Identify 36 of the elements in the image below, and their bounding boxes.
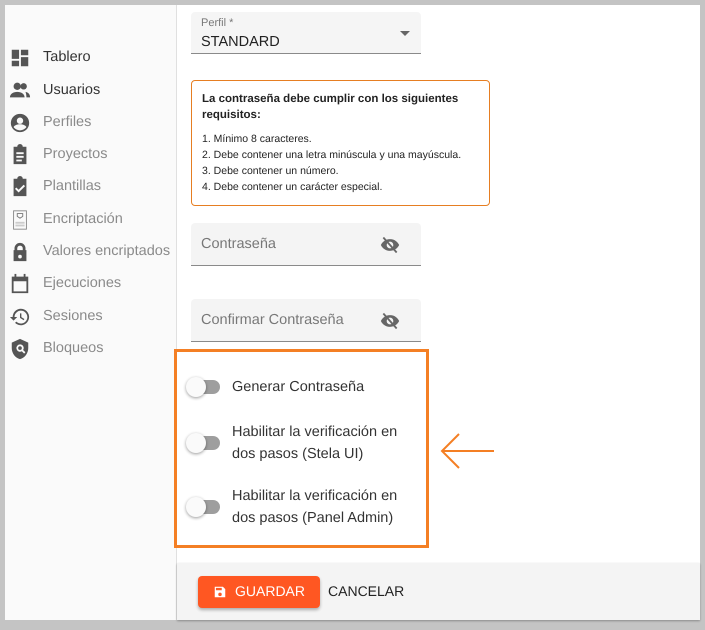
field-value: STANDARD — [201, 33, 280, 52]
toggle-switch[interactable] — [186, 433, 220, 453]
requirement-item: 1. Mínimo 8 caracteres. — [202, 132, 313, 147]
field-label: Perfil * — [201, 16, 234, 30]
toggle-label: Generar Contraseña — [232, 378, 366, 397]
dropdown-arrow-icon — [400, 31, 410, 36]
sidebar-item[interactable]: Tablero — [43, 47, 91, 70]
sidebar-item[interactable]: Bloqueos — [43, 338, 104, 360]
save-icon — [213, 584, 227, 598]
sidebar-icon — [9, 338, 31, 360]
toggle-switch[interactable] — [186, 377, 220, 397]
requirement-item: 2. Debe contener una letra minúscula y una mayúscula. — [202, 148, 462, 163]
eye-off-icon[interactable] — [379, 235, 401, 255]
sidebar-icon — [9, 47, 31, 70]
toggle-label: Habilitar la verificación en dos pasos (Stela UI) — [232, 423, 398, 464]
sidebar-item[interactable]: Proyectos — [43, 144, 108, 166]
sidebar-item[interactable]: Encriptación — [43, 208, 123, 230]
sidebar-item[interactable]: Usuarios — [43, 80, 100, 102]
requirement-item: 4. Debe contener un carácter especial. — [202, 180, 384, 195]
sidebar-item[interactable]: Valores encriptados — [43, 241, 170, 263]
sidebar-icon — [9, 112, 31, 134]
requirements-title: La contraseña debe cumplir con los siguientes requisitos: — [202, 92, 460, 123]
eye-off-icon[interactable] — [379, 311, 401, 331]
sidebar-item[interactable]: Ejecuciones — [43, 273, 122, 296]
profile-select[interactable]: Perfil * STANDARD — [191, 12, 421, 54]
toggle-switch[interactable] — [186, 497, 220, 517]
save-button[interactable]: GUARDAR — [198, 576, 320, 608]
sidebar-item[interactable]: Perfiles — [43, 112, 92, 134]
sidebar-icon — [9, 273, 31, 296]
toggle-label: Habilitar la verificación en dos pasos (Panel Admin) — [232, 487, 398, 528]
password-field[interactable]: Confirmar Contraseña — [191, 299, 421, 342]
cancel-button[interactable]: CANCELAR — [327, 576, 406, 608]
sidebar-item[interactable]: Sesiones — [43, 306, 103, 328]
requirement-item: 3. Debe contener un número. — [202, 164, 340, 179]
sidebar-item[interactable]: Plantillas — [43, 176, 102, 198]
password-field[interactable]: Contraseña — [191, 223, 421, 266]
